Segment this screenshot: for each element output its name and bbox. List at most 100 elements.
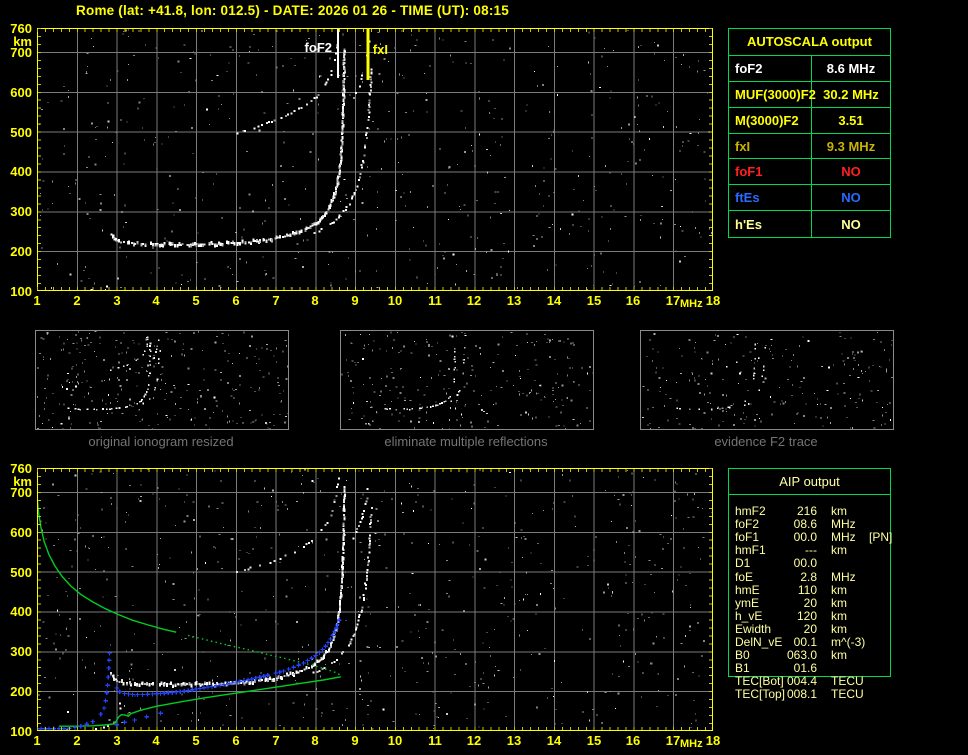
- aip-unit: MHz: [831, 569, 856, 584]
- x-axis-unit: MHz: [680, 298, 703, 310]
- aip-table-title: AIP output: [729, 469, 890, 495]
- autoscala-param: MUF(3000)F2: [729, 81, 816, 107]
- x-tick-label: 3: [113, 293, 121, 308]
- y-tick-label: 700: [10, 45, 32, 60]
- aip-row: D1 00.0: [729, 557, 892, 570]
- aip-value: 08.6: [793, 517, 817, 532]
- fxi-marker-line: [366, 28, 370, 80]
- autoscala-output-table: AUTOSCALA output foF2 8.6 MHz MUF(3000)F2 30…: [728, 28, 891, 238]
- x-tick-label: 14: [546, 293, 562, 308]
- y-tick-label: 200: [10, 244, 32, 259]
- aip-param: ymE: [735, 595, 759, 610]
- y-tick-label: 300: [10, 204, 32, 219]
- thumbnail-caption-evidence: evidence F2 trace: [714, 434, 818, 449]
- aip-value: 00.1: [793, 635, 817, 649]
- autoscala-param: foF1: [729, 159, 812, 185]
- x-tick-label: 15: [586, 293, 602, 308]
- aip-param: B1: [735, 661, 750, 676]
- aip-param: TEC[Top]: [735, 687, 786, 702]
- aip-row: foF1 00.0 MHz [PN]: [729, 531, 892, 544]
- y-tick-label: 500: [10, 125, 32, 140]
- x-tick-label: 4: [152, 293, 160, 308]
- aip-unit: TECU: [831, 674, 864, 689]
- x-axis-unit: MHz: [680, 738, 703, 750]
- thumbnail-eliminate-reflections: [340, 330, 595, 430]
- aip-output-table: AIP output hmF2 216 km foF2 08.6 MHz foF1 00.0 MH…: [728, 468, 892, 701]
- autoscala-row: fxI 9.3 MHz: [729, 133, 890, 160]
- x-tick-label: 16: [625, 733, 641, 748]
- aip-unit: MHz: [831, 517, 856, 532]
- aip-row: DelN_vE 00.1 m^(-3): [729, 636, 892, 649]
- autoscala-value: 3.51: [838, 112, 864, 128]
- y-tick-label: 600: [10, 525, 32, 540]
- top-ionogram-canvas: foF2 fxI: [37, 28, 713, 291]
- autoscala-value: NO: [841, 216, 861, 232]
- aip-param: Ewidth: [735, 621, 772, 636]
- aip-param: foF1: [735, 530, 760, 545]
- aip-row: B0 063.0 km: [729, 649, 892, 662]
- x-tick-label: 15: [586, 733, 602, 748]
- aip-value: ---: [805, 543, 817, 558]
- thumbnail-evidence-f2: [640, 330, 894, 431]
- x-tick-label: 12: [466, 733, 482, 748]
- y-tick-label: 500: [10, 565, 32, 580]
- aip-param: hmE: [735, 582, 760, 597]
- autoscala-app-screen: { "title": "Rome (lat: +41.8, lon: 012.5…: [0, 0, 968, 755]
- x-tick-label: 9: [351, 293, 359, 308]
- aip-value: 063.0: [786, 648, 817, 663]
- aip-unit: km: [831, 621, 847, 636]
- aip-unit: km: [831, 608, 847, 623]
- aip-row: TEC[Top] 008.1 TECU: [729, 688, 892, 701]
- bottom-ionogram-canvas: [37, 468, 713, 731]
- aip-param: h_vE: [735, 608, 763, 623]
- x-tick-label: 13: [506, 293, 522, 308]
- x-tick-label: 13: [506, 733, 522, 748]
- x-tick-label: 4: [152, 733, 160, 748]
- autoscala-param: h'Es: [729, 211, 812, 238]
- thumb-eliminate-canvas: [341, 331, 595, 430]
- x-tick-label: 3: [113, 733, 121, 748]
- autoscala-row: MUF(3000)F2 30.2 MHz: [729, 81, 890, 108]
- autoscala-value: 30.2 MHz: [823, 86, 879, 102]
- aip-param: hmF1: [735, 543, 766, 558]
- autoscala-row: ftEs NO: [729, 185, 890, 212]
- window-title: Rome (lat: +41.8, lon: 012.5) - DATE: 20…: [76, 3, 509, 18]
- thumb-evidence-canvas: [641, 331, 893, 431]
- fxi-marker-label: fxI: [373, 42, 388, 57]
- fof2-marker-line: [337, 28, 339, 78]
- aip-unit: km: [831, 504, 847, 518]
- autoscala-value: NO: [841, 190, 861, 206]
- autoscala-value: 9.3 MHz: [826, 138, 876, 154]
- aip-row: ymE 20 km: [729, 595, 892, 610]
- aip-unit: MHz: [831, 530, 856, 545]
- autoscala-row: foF1 NO: [729, 159, 890, 186]
- x-tick-label: 1: [33, 293, 41, 308]
- x-tick-label: 9: [351, 733, 359, 748]
- aip-value: 216: [796, 504, 817, 518]
- aip-row: h_vE 120 km: [729, 608, 892, 623]
- x-tick-label: 8: [311, 733, 319, 748]
- autoscala-row: M(3000)F2 3.51: [729, 107, 890, 134]
- aip-param: TEC[Bot]: [735, 674, 784, 689]
- aip-note: [PN]: [869, 530, 893, 545]
- aip-row: Ewidth 20 km: [729, 621, 892, 636]
- aip-row: hmF1 --- km: [729, 544, 892, 557]
- aip-value: 01.6: [793, 661, 817, 676]
- x-tick-label: 5: [192, 733, 200, 748]
- aip-value: 008.1: [786, 687, 817, 702]
- x-tick-label: 18: [705, 293, 721, 308]
- aip-value: 004.4: [786, 674, 817, 689]
- aip-row: B1 01.6: [729, 662, 892, 675]
- autoscala-row: h'Es NO: [729, 211, 890, 238]
- autoscala-row: foF2 8.6 MHz: [729, 56, 890, 82]
- aip-unit: km: [831, 648, 847, 663]
- x-tick-label: 11: [428, 293, 442, 308]
- x-tick-label: 7: [272, 733, 280, 748]
- x-tick-label: 14: [546, 733, 562, 748]
- aip-unit: km: [831, 543, 847, 558]
- y-tick-label: 200: [10, 684, 32, 699]
- x-tick-label: 10: [387, 293, 403, 308]
- aip-param: foF2: [735, 517, 760, 532]
- autoscala-param: ftEs: [729, 185, 812, 211]
- x-tick-label: 7: [272, 293, 280, 308]
